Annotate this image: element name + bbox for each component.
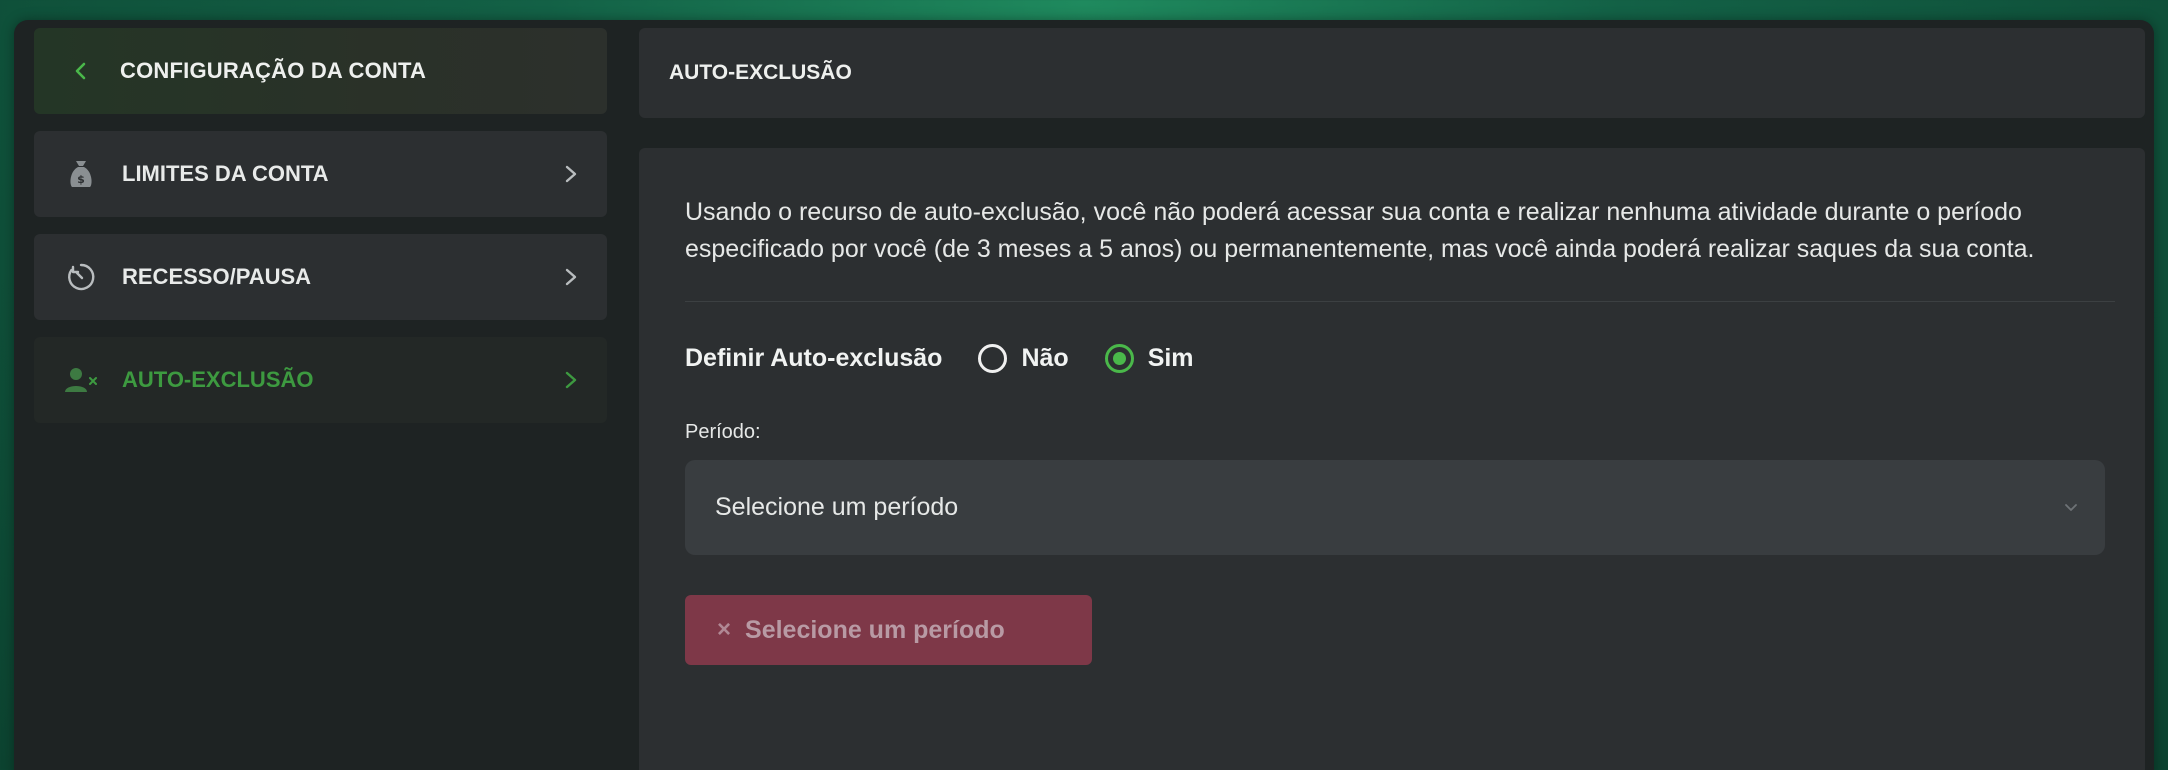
radio-circle-checked[interactable]: [1104, 344, 1134, 373]
sidebar-item-label: AUTO-EXCLUSÃO: [122, 367, 314, 392]
self-exclusion-toggle: Definir Auto-exclusão Não Sim: [685, 344, 2099, 373]
money-bag-icon: $: [64, 157, 98, 191]
period-select-placeholder[interactable]: Selecione um período: [715, 493, 2063, 522]
self-exclusion-panel: Usando o recurso de auto-exclusão, você …: [639, 148, 2145, 770]
sidebar-item-label: LIMITES DA CONTA: [122, 161, 329, 186]
period-select[interactable]: Selecione um período: [685, 460, 2105, 555]
radio-yes-label[interactable]: Sim: [1148, 344, 1194, 373]
close-icon: ×: [717, 616, 732, 643]
toggle-label: Definir Auto-exclusão: [685, 344, 943, 372]
period-label: Período:: [685, 421, 761, 443]
divider: [685, 301, 2115, 302]
svg-text:$: $: [77, 173, 85, 186]
sidebar-item-label: RECESSO/PAUSA: [122, 264, 312, 289]
sidebar-back-header[interactable]: CONFIGURAÇÃO DA CONTA: [34, 28, 607, 114]
sidebar-item-account-limits[interactable]: $ LIMITES DA CONTA: [34, 131, 607, 217]
chevron-right-icon: [565, 165, 577, 183]
submit-button[interactable]: × Selecione um período: [685, 595, 1092, 665]
settings-frame: CONFIGURAÇÃO DA CONTA $ LIMITES DA CONTA: [14, 20, 2154, 770]
chevron-right-icon: [565, 268, 577, 286]
submit-button-label: Selecione um período: [745, 615, 1005, 644]
user-x-icon: [64, 363, 98, 397]
chevron-left-icon[interactable]: [72, 62, 90, 80]
sidebar-item-break[interactable]: RECESSO/PAUSA: [34, 234, 607, 320]
content-header: AUTO-EXCLUSÃO: [639, 28, 2145, 118]
radio-no-label[interactable]: Não: [1021, 344, 1068, 373]
page-title: AUTO-EXCLUSÃO: [669, 61, 852, 84]
sidebar: CONFIGURAÇÃO DA CONTA $ LIMITES DA CONTA: [34, 28, 607, 423]
sidebar-header-label: CONFIGURAÇÃO DA CONTA: [120, 58, 427, 83]
main-content: AUTO-EXCLUSÃO Usando o recurso de auto-e…: [639, 28, 2145, 770]
chevron-right-icon: [565, 371, 577, 389]
radio-yes[interactable]: Sim: [1104, 344, 1194, 373]
chevron-down-icon[interactable]: [2063, 503, 2079, 513]
timer-icon: [64, 260, 98, 294]
radio-no[interactable]: Não: [978, 344, 1069, 373]
radio-circle[interactable]: [978, 344, 1008, 373]
description-text: Usando o recurso de auto-exclusão, você …: [685, 198, 2035, 263]
sidebar-item-self-exclusion[interactable]: AUTO-EXCLUSÃO: [34, 337, 607, 423]
